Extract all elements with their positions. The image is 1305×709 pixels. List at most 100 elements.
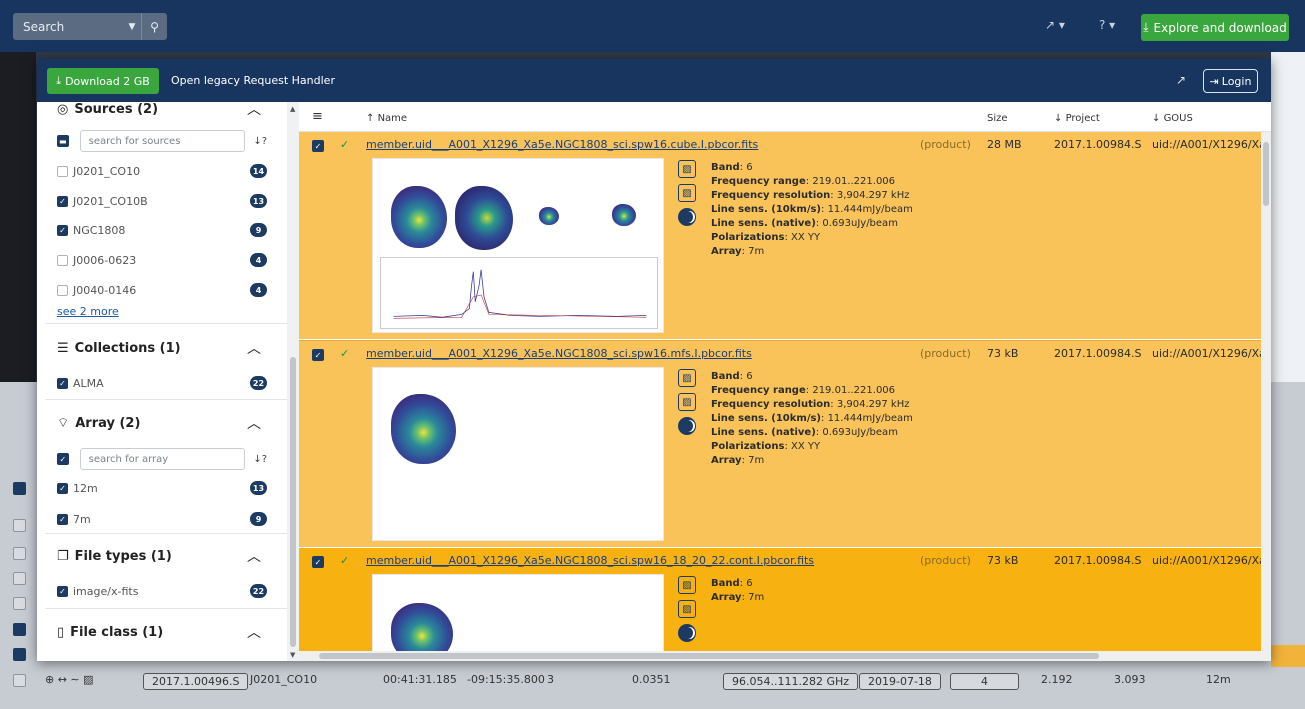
checkbox[interactable]: ✓ [57,195,68,207]
file-list-scroll-thumb[interactable] [1263,142,1269,206]
checkbox[interactable]: ✓ [57,224,68,236]
row-checkbox[interactable]: ✓ [312,556,324,568]
chevron-up-icon[interactable]: ︿ [247,338,261,358]
image-icon[interactable]: ▨ [678,576,696,594]
background-row-checkbox[interactable] [13,674,26,687]
background-row-checkbox[interactable] [13,482,26,495]
scroll-up-icon[interactable]: ▲ [290,105,295,113]
chevron-up-icon[interactable]: ︿ [247,102,261,119]
source-item[interactable]: ✓ NGC1808 9 [57,221,267,239]
check-icon: ✓ [340,347,350,360]
sort-icon[interactable]: ↓? [253,136,267,147]
explore-download-button[interactable]: ⤓ Explore and download [1141,14,1289,41]
background-date[interactable]: 2019-07-18 [859,673,941,690]
file-row[interactable]: ✓ ✓ member.uid___A001_X1296_Xa5e.NGC1808… [299,340,1271,547]
chevron-down-icon[interactable]: ▼ [123,22,141,32]
sources-search-input[interactable]: search for sources [79,130,246,152]
background-row-checkbox[interactable] [13,623,26,636]
preview-image[interactable] [372,158,664,333]
background-row-checkbox[interactable] [13,648,26,661]
divider [45,323,287,324]
file-row[interactable]: ✓ ✓ member.uid___A001_X1296_Xa5e.NGC1808… [299,132,1271,339]
checkbox[interactable] [57,284,68,296]
divider [45,608,287,609]
crosshair-icon[interactable]: ⊕ ↔ ∼ ▨ [45,673,94,686]
share-icon[interactable]: ↗ ▾ [1045,18,1065,32]
background-row-checkbox[interactable] [13,519,26,532]
collections-section-header[interactable]: ☰ Collections (1) ︿ [57,335,267,361]
global-search-input[interactable]: Search [13,20,123,34]
global-search[interactable]: Search ▼ ⚲ [13,13,167,40]
login-button[interactable]: ⇥ Login [1203,69,1258,93]
size-column-header[interactable]: Size [987,113,1008,124]
array-search-input[interactable]: search for array [79,448,246,470]
background-project[interactable]: 2017.1.00496.S [143,673,249,690]
external-link-icon[interactable]: ↗ [1176,73,1186,87]
file-name-link[interactable]: member.uid___A001_X1296_Xa5e.NGC1808_sci… [366,554,814,567]
horizontal-scroll-thumb[interactable] [319,653,1099,659]
image-icon[interactable]: ▨ [678,600,696,618]
image-icon[interactable]: ▨ [678,160,696,178]
preview-image[interactable] [372,574,664,661]
see-more-sources-link[interactable]: see 2 more [57,305,119,318]
chevron-up-icon[interactable]: ︿ [247,622,261,642]
select-all-sources-checkbox[interactable]: ▬ [57,135,69,147]
sort-icon[interactable]: ↓? [253,454,267,465]
checkbox[interactable]: ✓ [57,513,68,525]
background-row-checkbox[interactable] [13,597,26,610]
array-section-header[interactable]: ⌔ Array (2) ︿ [57,410,267,436]
background-row-checkbox[interactable] [13,547,26,560]
menu-icon[interactable]: ≡ [312,109,323,124]
checkbox[interactable]: ✓ [57,585,68,597]
legacy-request-handler-link[interactable]: Open legacy Request Handler [171,74,335,87]
sidebar-scroll-thumb[interactable] [290,357,296,647]
background-count[interactable]: 4 [950,673,1019,690]
file-metadata: Band: 6 Frequency range: 219.01..221.006… [711,162,913,257]
file-types-section-header[interactable]: ❐ File types (1) ︿ [57,543,267,569]
download-modal: ⤓ Download 2 GB Open legacy Request Hand… [37,59,1271,661]
preview-image[interactable] [372,367,664,541]
source-item[interactable]: ✓ J0201_CO10B 13 [57,192,267,210]
file-class-section-header[interactable]: ▯ File class (1) ︿ [57,619,267,645]
source-item[interactable]: J0040-0146 4 [57,281,267,299]
casa-icon[interactable] [678,417,696,435]
background-row-checkbox[interactable] [13,572,26,585]
array-item[interactable]: ✓ 12m 13 [57,479,267,497]
casa-icon[interactable] [678,624,696,642]
collection-item[interactable]: ✓ ALMA 22 [57,374,267,392]
sidebar-scrollbar[interactable]: ▲ ▼ [287,102,299,661]
checkbox[interactable] [57,165,68,177]
search-icon[interactable]: ⚲ [141,13,167,40]
checkbox[interactable]: ✓ [57,377,68,389]
help-icon[interactable]: ? ▾ [1099,18,1115,32]
checkbox[interactable]: ✓ [57,482,68,494]
file-list-scrollbar[interactable] [1261,132,1271,661]
image-icon[interactable]: ▨ [678,184,696,202]
file-row[interactable]: ✓ ✓ member.uid___A001_X1296_Xa5e.NGC1808… [299,548,1271,661]
casa-icon[interactable] [678,208,696,226]
select-all-array-checkbox[interactable]: ✓ [57,453,69,465]
row-checkbox[interactable]: ✓ [312,349,324,361]
file-name-link[interactable]: member.uid___A001_X1296_Xa5e.NGC1808_sci… [366,347,752,360]
project-column-header[interactable]: ↓ Project [1054,113,1100,124]
file-type-item[interactable]: ✓ image/x-fits 22 [57,582,267,600]
sources-section-header[interactable]: ◎ Sources (2) ︿ [57,102,267,122]
chevron-up-icon[interactable]: ︿ [247,413,261,433]
source-label: J0201_CO10B [73,194,148,208]
background-freq[interactable]: 96.054..111.282 GHz [723,673,859,690]
source-item[interactable]: J0201_CO10 14 [57,162,267,180]
chevron-up-icon[interactable]: ︿ [247,546,261,566]
download-button[interactable]: ⤓ Download 2 GB [47,68,159,94]
checkbox[interactable] [57,254,68,266]
array-item[interactable]: ✓ 7m 9 [57,510,267,528]
horizontal-scrollbar[interactable] [299,651,1261,661]
file-name-link[interactable]: member.uid___A001_X1296_Xa5e.NGC1808_sci… [366,138,758,151]
scroll-down-icon[interactable]: ▼ [290,651,295,659]
image-icon[interactable]: ▨ [678,393,696,411]
background-table-row[interactable]: ⊕ ↔ ∼ ▨ 2017.1.00496.S J0201_CO10 00:41:… [0,669,1305,693]
source-item[interactable]: J0006-0623 4 [57,251,267,269]
name-column-header[interactable]: ↑ Name [366,113,407,124]
gous-column-header[interactable]: ↓ GOUS [1152,113,1193,124]
image-icon[interactable]: ▨ [678,369,696,387]
row-checkbox[interactable]: ✓ [312,140,324,152]
